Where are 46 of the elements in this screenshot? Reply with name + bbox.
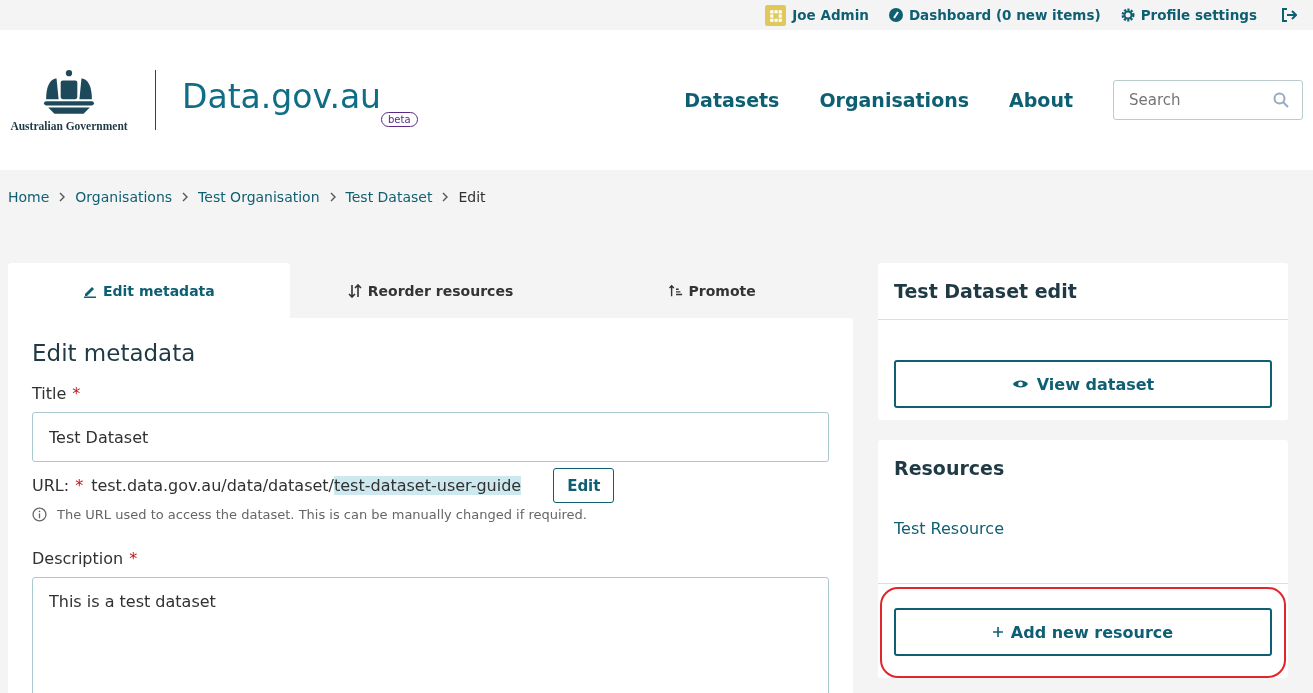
search-icon[interactable] [1273, 92, 1289, 108]
url-text: test.data.gov.au/data/dataset/test-dataset-user-guide [91, 476, 522, 495]
chevron-icon [182, 192, 189, 202]
user-link[interactable]: Joe Admin [792, 7, 869, 23]
profile-settings-link[interactable]: Profile settings [1140, 7, 1257, 23]
title-input-field[interactable]: Test Dataset [32, 412, 829, 462]
nav-link[interactable]: Datasets [684, 89, 780, 111]
required-mark: * [75, 476, 84, 495]
view-dataset-button[interactable]: View dataset [894, 360, 1272, 408]
form-heading: Edit metadata [32, 340, 197, 366]
site-logo-text[interactable]: Data.gov.au [182, 76, 381, 116]
add-resource-button[interactable]: Add new resource [894, 608, 1272, 656]
info-icon [32, 507, 47, 522]
eye-icon [1011, 378, 1029, 390]
sort-list-icon [668, 283, 683, 298]
sort-arrows-icon [347, 283, 362, 298]
chevron-icon [59, 192, 66, 202]
description-text-area[interactable]: This is a test dataset [32, 577, 829, 693]
logout-icon[interactable] [1281, 8, 1297, 22]
help-text: The URL used to access the dataset. This is can be manually changed if required. [57, 507, 587, 522]
dashboard-link[interactable]: Dashboard (0 new items) [908, 7, 1101, 23]
breadcrumb-link[interactable]: Test Organisation [198, 189, 320, 205]
field-label: URL: [32, 476, 70, 495]
edit-button[interactable]: Edit [553, 468, 615, 503]
resource-link[interactable]: Test Resource [878, 479, 1288, 584]
field-label: Description [32, 549, 124, 568]
plus-icon [992, 627, 1003, 637]
field-label: Title [32, 384, 67, 403]
chevron-icon [442, 192, 449, 202]
breadcrumb-link[interactable]: Organisations [75, 189, 173, 205]
government-name: Australian Government [10, 120, 128, 132]
chevron-icon [329, 192, 336, 202]
nav-link[interactable]: About [1009, 89, 1073, 111]
search-field[interactable]: Search [1113, 80, 1303, 120]
panel-title: Test Dataset edit [878, 263, 1288, 320]
tab[interactable]: Edit metadata [8, 263, 290, 318]
user-avatar-icon[interactable] [765, 4, 787, 26]
breadcrumb-link[interactable]: Test Dataset [345, 189, 433, 205]
breadcrumb-current: Edit [458, 189, 486, 205]
gauge-icon [888, 8, 903, 22]
breadcrumb-link[interactable]: Home [8, 189, 50, 205]
panel-heading: Resources [893, 456, 1006, 479]
required-mark: * [72, 384, 81, 403]
nav-link[interactable]: Organisations [819, 89, 970, 111]
required-mark: * [129, 549, 138, 568]
settings-icon [1120, 8, 1135, 22]
